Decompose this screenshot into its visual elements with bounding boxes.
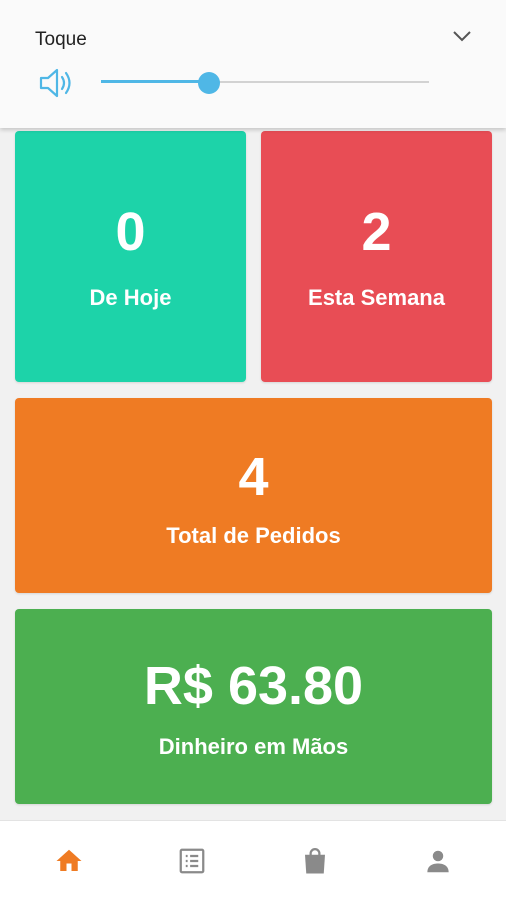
nav-shop[interactable] [252,821,378,900]
today-orders-label: De Hoje [89,285,172,310]
cash-on-hand-label: Dinheiro em Mãos [158,734,349,759]
volume-speaker-icon[interactable] [38,66,76,100]
nav-home[interactable] [6,821,132,900]
today-orders-count: 0 [115,202,146,262]
volume-panel: Toque [0,0,506,128]
total-orders-label: Total de Pedidos [166,523,341,548]
cash-on-hand-card[interactable]: R$ 63.80 Dinheiro em Mãos [15,609,492,804]
bottom-navigation [0,820,506,900]
total-orders-count: 4 [238,447,269,507]
list-icon [179,848,205,874]
home-icon [56,849,82,871]
week-orders-count: 2 [361,202,392,262]
volume-slider[interactable] [101,72,429,94]
volume-slider-fill [101,80,210,83]
chevron-down-icon[interactable] [450,26,474,46]
person-icon [427,850,449,873]
nav-orders-list[interactable] [129,821,255,900]
total-orders-card[interactable]: 4 Total de Pedidos [15,398,492,593]
today-orders-card[interactable]: 0 De Hoje [15,131,246,382]
volume-slider-thumb[interactable] [198,72,221,94]
cash-on-hand-amount: R$ 63.80 [143,656,364,716]
shopping-bag-icon [305,848,325,874]
volume-title: Toque [35,29,87,50]
week-orders-card[interactable]: 2 Esta Semana [261,131,492,382]
nav-profile[interactable] [375,821,501,900]
week-orders-label: Esta Semana [308,285,445,310]
